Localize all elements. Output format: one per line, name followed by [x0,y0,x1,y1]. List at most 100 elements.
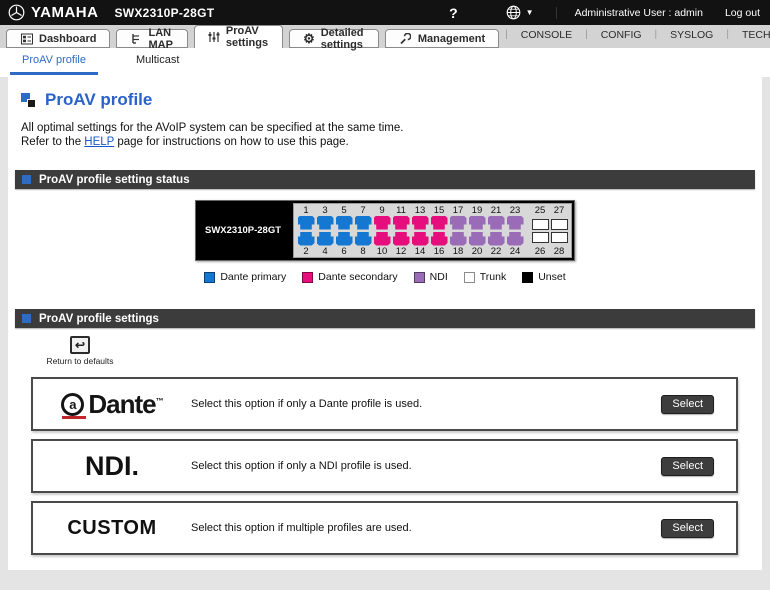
help-button[interactable]: ? [423,5,484,21]
language-selector[interactable]: ▼ [484,5,556,20]
port-5 [335,215,353,230]
port-number: 18 [452,245,464,257]
intro-text: All optimal settings for the AVoIP syste… [11,110,759,149]
lan-map-icon [130,32,142,45]
gear-icon: ⚙ [303,31,315,46]
port-28 [550,231,568,243]
port-6 [335,231,353,246]
port-number: 6 [341,245,347,257]
return-to-defaults-label: Return to defaults [46,356,114,366]
port-12 [392,231,410,246]
port-1 [297,215,315,230]
port-column-17-18: 17 18 [449,204,467,257]
port-number: 24 [509,245,521,257]
custom-logo: CUSTOM [67,516,157,539]
page-title: ProAV profile [45,90,153,109]
settings-section-title: ProAV profile settings [39,312,159,325]
caret-down-icon: ▼ [525,8,534,17]
port-number: 15 [433,204,445,216]
port-number: 2 [303,245,309,257]
port-column-15-16: 15 16 [430,204,448,257]
config-link[interactable]: CONFIG [588,29,655,41]
wrench-icon [399,32,412,45]
legend-swatch [302,271,314,283]
port-number: 21 [490,204,502,216]
subtab-multicast[interactable]: Multicast [124,54,191,72]
port-10 [373,231,391,246]
port-number: 3 [322,204,328,216]
legend-item-dante-secondary: Dante secondary [302,271,398,283]
tab-label: Management [417,32,486,45]
tab-detailed-settings[interactable]: ⚙ Detailed settings [289,26,379,51]
port-15 [430,215,448,230]
tab-dashboard[interactable]: Dashboard [6,29,111,48]
console-link[interactable]: CONSOLE [508,29,585,41]
option-row-ndi: NDI. Select this option if only a NDI pr… [31,439,738,493]
port-17 [449,215,467,230]
port-number: 4 [322,245,328,257]
port-11 [392,215,410,230]
section-bullet-icon [22,314,31,323]
syslog-link[interactable]: SYSLOG [657,29,726,41]
port-16 [430,231,448,246]
port-number: 10 [376,245,388,257]
legend-item-ndi: NDI [413,271,448,283]
port-column-7-8: 78 [354,205,372,257]
port-20 [468,231,486,246]
port-column-25-26: 25 26 [531,205,549,257]
port-7 [354,215,372,230]
select-dante-button[interactable]: Select [661,394,714,414]
port-23 [506,215,524,230]
legend-label: Trunk [479,271,507,283]
port-number: 8 [360,245,366,257]
return-to-defaults-icon: ↩ [70,336,90,354]
settings-section-header: ProAV profile settings [15,309,755,328]
content-panel: ProAV profile All optimal settings for t… [8,77,762,570]
tab-management[interactable]: Management [384,29,500,48]
port-number: 9 [379,204,385,216]
help-link[interactable]: HELP [84,136,114,148]
port-27 [550,218,568,230]
legend-item-dante-primary: Dante primary [204,271,286,283]
option-description: Select this option if only a NDI profile… [191,460,412,472]
port-number: 22 [490,245,502,257]
port-column-23-24: 23 24 [506,205,524,257]
port-24 [506,231,524,246]
port-25 [531,218,549,230]
sliders-icon [208,31,220,44]
port-column-11-12: 11 12 [392,205,410,257]
quick-links: | CONSOLE | CONFIG | SYSLOG | TECHINFO [505,25,770,48]
page-title-icon [21,92,36,108]
port-14 [411,231,429,246]
legend-swatch [413,271,425,283]
port-number: 20 [471,245,483,257]
tab-label: Dashboard [39,32,97,45]
port-column-21-22: 21 22 [487,204,505,257]
port-18 [449,231,467,246]
port-column-19-20: 19 20 [468,204,486,257]
port-number: 26 [534,245,546,257]
port-22 [487,231,505,246]
intro-line-2: Refer to the HELP page for instructions … [21,136,349,148]
port-21 [487,215,505,230]
select-ndi-button[interactable]: Select [661,456,714,476]
tab-label: Detailed settings [320,26,364,51]
port-number: 19 [471,204,483,216]
port-column-9-10: 9 10 [373,204,391,257]
tab-label: LAN MAP [148,26,173,51]
return-to-defaults-button[interactable]: ↩ Return to defaults [41,336,119,366]
port-number: 12 [395,245,407,257]
port-8 [354,231,372,246]
legend-label: Dante primary [220,271,287,283]
techinfo-link[interactable]: TECHINFO [729,29,770,41]
port-number: 28 [553,245,565,257]
subtab-proav-profile[interactable]: ProAV profile [10,54,98,75]
port-number: 17 [452,204,464,216]
port-2 [297,231,315,246]
logout-button[interactable]: Log out [717,7,760,19]
select-custom-button[interactable]: Select [661,518,714,538]
tab-proav-settings[interactable]: ProAV settings [193,25,284,49]
brand-name: YAMAHA [31,4,99,21]
tab-lan-map[interactable]: LAN MAP [116,26,188,51]
tab-label: ProAV settings [225,25,269,49]
